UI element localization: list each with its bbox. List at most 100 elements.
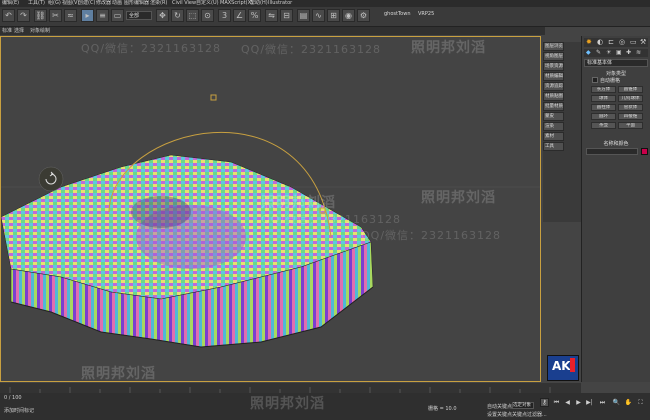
tube-button[interactable]: 管状体 bbox=[618, 104, 643, 111]
key-filters-button[interactable]: 关键点过滤器... bbox=[512, 411, 547, 418]
zoom-icon[interactable]: 🔍 bbox=[612, 398, 621, 407]
go-to-start-icon[interactable]: ⏮ bbox=[552, 398, 561, 407]
autogrid-checkbox[interactable] bbox=[592, 77, 598, 83]
material-editor-icon[interactable]: ◉ bbox=[342, 9, 355, 22]
menu-maxscript[interactable]: MAXScript(X) bbox=[220, 0, 253, 7]
maximize-viewport-icon[interactable]: ⛶ bbox=[636, 398, 645, 407]
angle-snap-icon[interactable]: ∠ bbox=[233, 9, 246, 22]
ribbon-object-paint[interactable]: 对象绘制 bbox=[30, 27, 50, 35]
select-by-name-icon[interactable]: ≡ bbox=[96, 9, 109, 22]
plugin-label-ghosttown[interactable]: ghostTown bbox=[384, 11, 411, 17]
primitive-type-dropdown[interactable]: 标准基本体 bbox=[584, 59, 648, 67]
box-button[interactable]: 长方体 bbox=[591, 86, 616, 93]
side-tool-item[interactable]: 批量材质 bbox=[543, 102, 564, 111]
mirror-icon[interactable]: ⇋ bbox=[265, 9, 278, 22]
pan-icon[interactable]: ✋ bbox=[624, 398, 633, 407]
geosphere-button[interactable]: 几何球体 bbox=[618, 95, 643, 102]
unlink-icon[interactable]: ✂ bbox=[49, 9, 62, 22]
cone-button[interactable]: 圆锥体 bbox=[618, 86, 643, 93]
timeline-track[interactable] bbox=[0, 383, 581, 393]
menu-rendering[interactable]: 渲染(R) bbox=[150, 0, 167, 7]
side-tool-item[interactable]: 场景资源 bbox=[543, 62, 564, 71]
set-key-icon[interactable]: ⚷ bbox=[540, 398, 549, 407]
display-tab-icon[interactable]: ▭ bbox=[630, 39, 637, 46]
menu-modifiers[interactable]: 修改器 bbox=[96, 0, 111, 7]
side-tool-item[interactable]: 素材 bbox=[543, 132, 564, 141]
selected-dropdown[interactable]: 选定对象 bbox=[512, 402, 534, 409]
add-time-tag-label[interactable]: 添加时间标记 bbox=[4, 407, 34, 414]
snap-icon[interactable]: 3 bbox=[218, 9, 231, 22]
side-tool-item[interactable]: 资源追踪 bbox=[543, 82, 564, 91]
menu-civil-view[interactable]: Civil View bbox=[172, 0, 196, 7]
menu-animation[interactable]: 动画 bbox=[112, 0, 122, 7]
hierarchy-tab-icon[interactable]: ⊏ bbox=[608, 39, 614, 46]
cylinder-button[interactable]: 圆柱体 bbox=[591, 104, 616, 111]
selection-filter-dropdown[interactable]: 全部 bbox=[126, 11, 152, 20]
grid-size-readout: 栅格 = 10.0 bbox=[428, 406, 457, 412]
next-frame-icon[interactable]: ▶| bbox=[585, 398, 594, 407]
cameras-icon[interactable]: ▣ bbox=[616, 49, 622, 57]
perspective-viewport[interactable]: QQ/微信：2321163128 照明邦刘滔 QQ/微信：2321163128 … bbox=[0, 36, 541, 382]
object-color-swatch[interactable] bbox=[641, 148, 648, 155]
menu-tools[interactable]: 工具(T) bbox=[28, 0, 45, 7]
auto-key-button[interactable]: 自动关键点 bbox=[487, 403, 512, 410]
command-panel-tabs: ✸ ◐ ⊏ ◎ ▭ ⚒ bbox=[584, 38, 648, 47]
menu-create[interactable]: 创建(C) bbox=[78, 0, 95, 7]
pyramid-button[interactable]: 四棱锥 bbox=[618, 113, 643, 120]
percent-snap-icon[interactable]: % bbox=[248, 9, 261, 22]
link-icon[interactable]: ⛓ bbox=[34, 9, 47, 22]
rotate-icon[interactable]: ↻ bbox=[171, 9, 184, 22]
play-icon[interactable]: ▶ bbox=[574, 398, 583, 407]
side-tool-column: 图层浏览 视角图层 场景资源 材质编辑 资源追踪 材质贴图 批量材质 蒙皮 渲染… bbox=[543, 42, 581, 222]
side-tool-item[interactable]: 工具 bbox=[543, 142, 564, 151]
plane-button[interactable]: 平面 bbox=[618, 122, 643, 129]
bind-space-warp-icon[interactable]: ≈ bbox=[64, 9, 77, 22]
scale-icon[interactable]: ⬚ bbox=[186, 9, 199, 22]
side-tool-item[interactable]: 渲染 bbox=[543, 122, 564, 131]
helpers-icon[interactable]: ✚ bbox=[626, 49, 631, 57]
curve-editor-icon[interactable]: ∿ bbox=[312, 9, 325, 22]
undo-icon[interactable]: ↶ bbox=[2, 9, 15, 22]
region-select-icon[interactable]: ▭ bbox=[111, 9, 124, 22]
utilities-tab-icon[interactable]: ⚒ bbox=[640, 39, 646, 46]
redo-icon[interactable]: ↷ bbox=[17, 9, 30, 22]
rotate-cursor-icon bbox=[38, 166, 64, 192]
teapot-button[interactable]: 茶壶 bbox=[591, 122, 616, 129]
modify-tab-icon[interactable]: ◐ bbox=[597, 39, 603, 46]
ribbon-select[interactable]: 选择 bbox=[14, 27, 24, 35]
schematic-view-icon[interactable]: ⊞ bbox=[327, 9, 340, 22]
menu-group[interactable]: 组(G) bbox=[48, 0, 61, 7]
frame-counter: 0 / 100 bbox=[4, 395, 22, 401]
side-tool-item[interactable]: 材质贴图 bbox=[543, 92, 564, 101]
menu-customize[interactable]: 自定义(U) bbox=[196, 0, 219, 7]
geometry-icon[interactable]: ◆ bbox=[586, 49, 591, 57]
side-tool-item[interactable]: 视角图层 bbox=[543, 52, 564, 61]
object-name-input[interactable] bbox=[586, 148, 638, 155]
plugin-label-vrp25[interactable]: VRP25 bbox=[418, 11, 434, 17]
side-tool-item[interactable]: 材质编辑 bbox=[543, 72, 564, 81]
menu-illustrator[interactable]: Illustrator bbox=[268, 0, 292, 7]
move-icon[interactable]: ✥ bbox=[156, 9, 169, 22]
layer-explorer-icon[interactable]: ▤ bbox=[297, 9, 310, 22]
ribbon-standard[interactable]: 标准 bbox=[2, 27, 12, 35]
go-to-end-icon[interactable]: ⏭ bbox=[598, 398, 607, 407]
menu-view[interactable]: 视图(V) bbox=[62, 0, 79, 7]
torus-button[interactable]: 圆环 bbox=[591, 113, 616, 120]
render-setup-icon[interactable]: ⚙ bbox=[357, 9, 370, 22]
menu-edit[interactable]: 编辑(E) bbox=[2, 0, 19, 7]
lights-icon[interactable]: ☀ bbox=[606, 49, 611, 57]
align-icon[interactable]: ⊟ bbox=[280, 9, 293, 22]
menu-graph-editors[interactable]: 图形编辑器 bbox=[124, 0, 149, 7]
create-tab-icon[interactable]: ✸ bbox=[586, 39, 592, 46]
menu-help[interactable]: 帮助(H) bbox=[250, 0, 268, 7]
prev-frame-icon[interactable]: ◀ bbox=[563, 398, 572, 407]
side-tool-item[interactable]: 图层浏览 bbox=[543, 42, 564, 51]
spacewarps-icon[interactable]: ≋ bbox=[636, 49, 641, 57]
select-object-icon[interactable]: ▸ bbox=[81, 9, 94, 22]
placement-icon[interactable]: ⊙ bbox=[201, 9, 214, 22]
sphere-button[interactable]: 球体 bbox=[591, 95, 616, 102]
shapes-icon[interactable]: ✎ bbox=[596, 49, 601, 57]
side-tool-item[interactable]: 蒙皮 bbox=[543, 112, 564, 121]
set-key-button[interactable]: 设置关键点 bbox=[487, 411, 512, 418]
motion-tab-icon[interactable]: ◎ bbox=[619, 39, 625, 46]
